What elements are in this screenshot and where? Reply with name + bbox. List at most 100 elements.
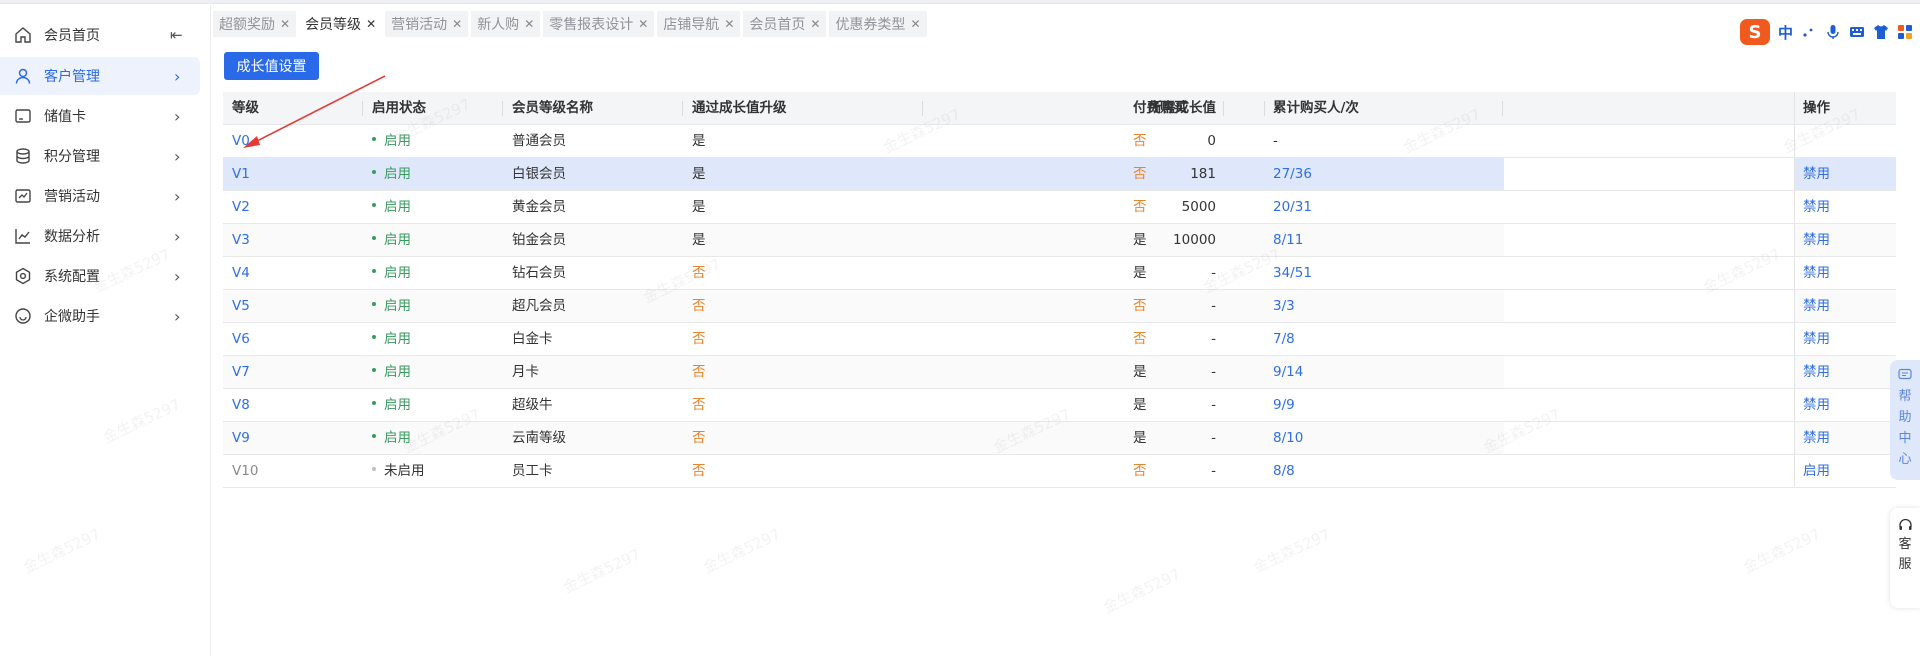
status-dot — [372, 467, 376, 471]
level-link[interactable]: V4 — [232, 257, 250, 289]
required-growth: - — [1211, 463, 1216, 479]
tab-8[interactable]: 优惠券类型 ✕ — [829, 11, 927, 37]
upgrade-flag: 否 — [692, 331, 706, 347]
required-growth: 0 — [1207, 133, 1216, 149]
tab-5[interactable]: 零售报表设计 ✕ — [543, 11, 655, 37]
buyers-count[interactable]: 27/36 — [1273, 158, 1312, 190]
disable-button[interactable]: 禁用 — [1803, 389, 1830, 421]
table-row: V9 启用 云南等级 否 - 是 8/10 禁用 — [223, 422, 1896, 455]
upgrade-flag: 否 — [692, 463, 706, 479]
disable-button[interactable]: 禁用 — [1803, 356, 1830, 388]
close-icon[interactable]: ✕ — [524, 17, 534, 31]
customer-service-char: 服 — [1898, 557, 1912, 572]
level-link[interactable]: V2 — [232, 191, 250, 223]
buyers-count[interactable]: 8/11 — [1273, 224, 1303, 256]
disable-button[interactable]: 禁用 — [1803, 323, 1830, 355]
buyers-count[interactable]: 3/3 — [1273, 290, 1295, 322]
tab-1[interactable]: 超额奖励 ✕ — [213, 11, 297, 37]
close-icon[interactable]: ✕ — [810, 17, 820, 31]
help-center-button[interactable]: 帮助中心 — [1890, 360, 1920, 480]
level-name: 白金卡 — [512, 331, 553, 347]
level-link[interactable]: V7 — [232, 356, 250, 388]
close-icon[interactable]: ✕ — [366, 17, 376, 31]
level-link[interactable]: V1 — [232, 158, 250, 190]
close-icon[interactable]: ✕ — [452, 17, 462, 31]
table-header: 等级 启用状态 会员等级名称 通过成长值升级 所需成长值 付费购买 累计购买人/… — [223, 92, 1896, 125]
tab-3[interactable]: 营销活动 ✕ — [385, 11, 469, 37]
enable-button[interactable]: 启用 — [1803, 455, 1830, 487]
status-cell: 启用 — [372, 191, 411, 223]
sidebar-item-label: 系统配置 — [44, 269, 100, 285]
tab-7[interactable]: 会员首页 ✕ — [743, 11, 827, 37]
level-name: 白银会员 — [512, 166, 566, 182]
level-link[interactable]: V6 — [232, 323, 250, 355]
required-growth: 181 — [1190, 166, 1216, 182]
status-dot — [372, 170, 376, 174]
buyers-count[interactable]: 20/31 — [1273, 191, 1312, 223]
status-dot — [372, 368, 376, 372]
paid-flag: 否 — [1133, 463, 1147, 479]
paid-flag: 否 — [1133, 199, 1147, 215]
paid-flag: 是 — [1133, 430, 1147, 446]
sidebar-item-5[interactable]: 营销活动 › — [0, 177, 200, 215]
required-growth: - — [1211, 331, 1216, 347]
table-row: V0 启用 普通会员是 0 否 - — [223, 125, 1896, 158]
shirt-icon[interactable] — [1873, 24, 1889, 40]
tab-4[interactable]: 新人购 ✕ — [471, 11, 541, 37]
status-text: 启用 — [384, 265, 411, 281]
tab-6[interactable]: 店铺导航 ✕ — [657, 11, 741, 37]
tab-label: 零售报表设计 — [549, 17, 634, 33]
disable-button[interactable]: 禁用 — [1803, 422, 1830, 454]
sidebar-item-3[interactable]: 储值卡 › — [0, 97, 200, 135]
watermark-text: 金生森5297 — [1100, 565, 1184, 617]
user-icon — [14, 67, 32, 85]
level-link[interactable]: V5 — [232, 290, 250, 322]
buyers-count[interactable]: 34/51 — [1273, 257, 1312, 289]
ime-mode-toggle[interactable]: 中 — [1778, 22, 1793, 43]
sidebar-item-label: 储值卡 — [44, 109, 86, 125]
level-link[interactable]: V3 — [232, 224, 250, 256]
status-cell: 启用 — [372, 356, 411, 388]
sogou-logo-icon[interactable]: S — [1740, 19, 1770, 45]
close-icon[interactable]: ✕ — [638, 17, 648, 31]
keyboard-icon[interactable] — [1849, 24, 1865, 40]
sidebar-item-7[interactable]: 系统配置 › — [0, 257, 200, 295]
status-text: 启用 — [384, 331, 411, 347]
disable-button[interactable]: 禁用 — [1803, 224, 1830, 256]
level-name: 月卡 — [512, 364, 539, 380]
grid-icon[interactable] — [1897, 24, 1913, 40]
help-center-char: 心 — [1898, 452, 1912, 467]
microphone-icon[interactable] — [1825, 24, 1841, 40]
disable-button[interactable]: 禁用 — [1803, 290, 1830, 322]
close-icon[interactable]: ✕ — [724, 17, 734, 31]
buyers-count[interactable]: 8/10 — [1273, 422, 1303, 454]
buyers-count[interactable]: 9/14 — [1273, 356, 1303, 388]
punctuation-icon[interactable] — [1801, 24, 1817, 40]
tab-2[interactable]: 会员等级 ✕ — [299, 11, 383, 37]
ime-toolbar: S 中 — [1740, 18, 1913, 46]
sidebar-item-2[interactable]: 客户管理 › — [0, 57, 200, 95]
close-icon[interactable]: ✕ — [280, 17, 290, 31]
status-cell: 启用 — [372, 158, 411, 190]
status-cell: 启用 — [372, 257, 411, 289]
paid-flag: 是 — [1133, 232, 1147, 248]
sidebar-item-8[interactable]: 企微助手 › — [0, 297, 200, 335]
buyers-count[interactable]: 7/8 — [1273, 323, 1295, 355]
level-link[interactable]: V8 — [232, 389, 250, 421]
sidebar-item-4[interactable]: 积分管理 › — [0, 137, 200, 175]
disable-button[interactable]: 禁用 — [1803, 191, 1830, 223]
level-name: 超级牛 — [512, 397, 553, 413]
buyers-count[interactable]: 8/8 — [1273, 455, 1295, 487]
buyers-count[interactable]: 9/9 — [1273, 389, 1295, 421]
level-name: 超凡会员 — [512, 298, 566, 314]
customer-service-button[interactable]: 客服 — [1890, 508, 1920, 608]
disable-button[interactable]: 禁用 — [1803, 257, 1830, 289]
sidebar-item-6[interactable]: 数据分析 › — [0, 217, 200, 255]
sidebar-item-1[interactable]: 会员首页 — [0, 16, 200, 54]
disable-button[interactable]: 禁用 — [1803, 158, 1830, 190]
table-row: V2 启用 黄金会员 是 5000 否 20/31 禁用 — [223, 191, 1896, 224]
close-icon[interactable]: ✕ — [910, 17, 920, 31]
status-dot — [372, 335, 376, 339]
chevron-right-icon: › — [174, 66, 181, 86]
level-link[interactable]: V9 — [232, 422, 250, 454]
